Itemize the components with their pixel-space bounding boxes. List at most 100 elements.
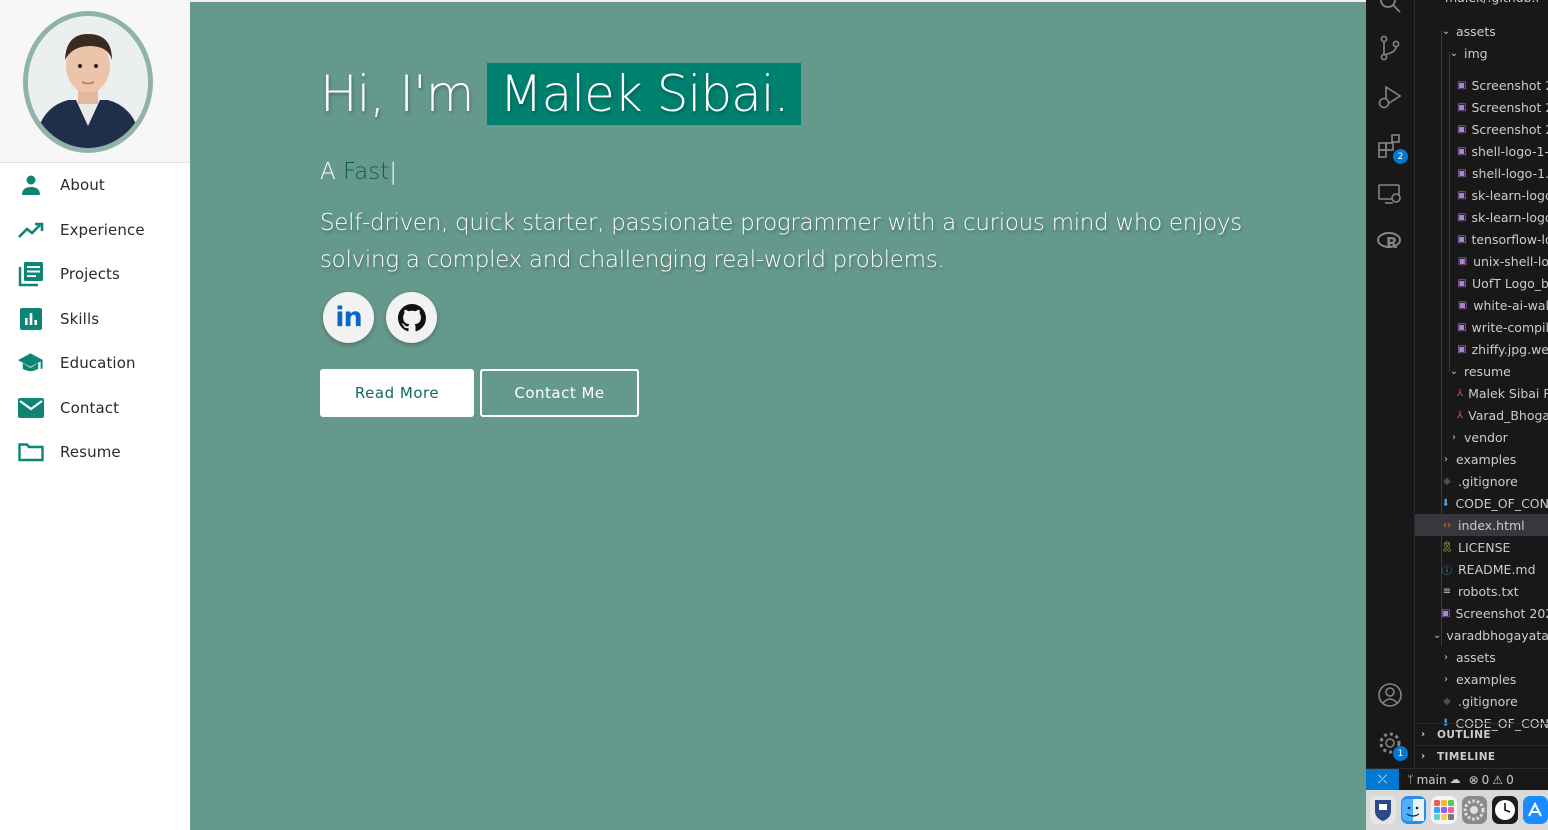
person-icon — [17, 172, 44, 199]
source-control-icon[interactable] — [1376, 34, 1404, 62]
macos-dock — [1366, 790, 1548, 830]
tree-folder[interactable]: ⌄ resume — [1415, 360, 1548, 382]
git-branch-icon: ᛘ — [1407, 773, 1414, 786]
manage-gear-icon[interactable]: 1 — [1376, 729, 1408, 761]
image-file-icon: ▣ — [1457, 321, 1467, 333]
tree-file[interactable]: ▣ Screenshot 202 — [1415, 602, 1548, 624]
tree-label: Screenshot 2 — [1471, 99, 1548, 115]
app-store-icon[interactable] — [1522, 796, 1548, 824]
tree-label: unix-shell-lo — [1473, 253, 1548, 269]
system-settings-icon[interactable] — [1461, 796, 1487, 824]
tree-file[interactable]: ▣ white-ai-wal — [1415, 294, 1548, 316]
tree-file[interactable]: ⅄ Varad_Bhoga — [1415, 404, 1548, 426]
nav-label-experience: Experience — [60, 220, 145, 239]
git-file-icon: ◆ — [1443, 475, 1451, 487]
tree-file[interactable]: ◆ .gitignore — [1415, 690, 1548, 712]
chevron-down-icon: ⌄ — [1433, 629, 1442, 641]
tree-file[interactable]: ‹› index.html — [1415, 514, 1548, 536]
chevron-right-icon: › — [1444, 651, 1448, 663]
problems-status[interactable]: ⊗ 0 ⚠ 0 — [1469, 773, 1514, 787]
search-icon[interactable] — [1376, 0, 1404, 16]
tree-label: LICENSE — [1458, 539, 1511, 555]
tree-file[interactable]: ▣ shell-logo-1- — [1415, 140, 1548, 162]
finder-icon[interactable] — [1400, 796, 1426, 824]
tree-file[interactable]: 🎗 LICENSE — [1415, 536, 1548, 558]
typed-prefix: A — [320, 159, 336, 185]
image-file-icon: ▣ — [1457, 145, 1467, 157]
image-file-icon: ▣ — [1457, 343, 1467, 355]
linkedin-link[interactable]: in — [323, 292, 374, 343]
linkedin-icon: in — [335, 302, 363, 333]
tree-file[interactable]: ▣ Screenshot 2 — [1415, 118, 1548, 140]
contact-me-button[interactable]: Contact Me — [480, 369, 639, 417]
tree-folder[interactable]: ⌄ varadbhogayata. — [1415, 624, 1548, 646]
tree-file[interactable]: ⬇ CODE_OF_CON — [1415, 492, 1548, 514]
nav-item-contact[interactable]: Contact — [0, 386, 190, 431]
clock-icon[interactable] — [1492, 796, 1518, 824]
hero-actions: Read More Contact Me — [320, 369, 639, 417]
mail-icon — [17, 394, 44, 421]
tree-label: shell-logo-1. — [1472, 165, 1548, 181]
branch-status[interactable]: ᛘ main ☁ — [1407, 773, 1461, 787]
run-debug-icon[interactable] — [1376, 83, 1404, 111]
pdf-file-icon: ⅄ — [1457, 387, 1464, 399]
nav-item-resume[interactable]: Resume — [0, 430, 190, 475]
r-language-icon[interactable]: R — [1376, 227, 1404, 255]
tree-folder[interactable]: ⌄ assets — [1415, 20, 1548, 42]
tree-file[interactable]: ▣ Screenshot 2 — [1415, 74, 1548, 96]
tree-file[interactable]: ≡ robots.txt — [1415, 580, 1548, 602]
hero-name: Malek Sibai. — [487, 63, 801, 125]
nav-item-experience[interactable]: Experience — [0, 208, 190, 253]
nav-label-skills: Skills — [60, 309, 100, 328]
tree-folder[interactable]: › examples — [1415, 668, 1548, 690]
read-more-button[interactable]: Read More — [320, 369, 474, 417]
tree-label: .gitignore — [1458, 473, 1518, 489]
tree-label: assets — [1456, 23, 1496, 39]
tree-folder[interactable]: › examples — [1415, 448, 1548, 470]
tree-file[interactable]: ▣ sk-learn-logo — [1415, 184, 1548, 206]
chevron-down-icon: ⌄ — [1449, 365, 1459, 377]
chevron-right-icon: › — [1421, 729, 1426, 740]
launchpad-icon[interactable] — [1431, 796, 1457, 824]
portfolio-sidebar: About Experience Projects Skills Educati… — [0, 0, 190, 830]
image-file-icon: ▣ — [1457, 211, 1467, 223]
nav-item-skills[interactable]: Skills — [0, 297, 190, 342]
tree-file[interactable]: ◆ .gitignore — [1415, 470, 1548, 492]
remote-indicator-button[interactable]: ⤫ — [1366, 768, 1399, 791]
tree-file[interactable]: ▣ Screenshot 2 — [1415, 96, 1548, 118]
account-icon[interactable] — [1376, 681, 1404, 709]
nav-item-education[interactable]: Education — [0, 341, 190, 386]
tree-file[interactable]: ⓘ README.md — [1415, 558, 1548, 580]
tree-folder[interactable]: ⌄ img — [1415, 42, 1548, 64]
tree-file[interactable]: ▣ unix-shell-lo — [1415, 250, 1548, 272]
tree-label: examples — [1456, 671, 1517, 687]
tree-label: Malek Sibai R — [1468, 385, 1548, 401]
tree-file[interactable]: ▣ UofT Logo_b — [1415, 272, 1548, 294]
outline-section[interactable]: › OUTLINE — [1415, 723, 1548, 745]
tree-file[interactable]: ▣ sk-learn-logo — [1415, 206, 1548, 228]
timeline-section[interactable]: › TIMELINE — [1415, 745, 1548, 767]
nav-label-projects: Projects — [60, 265, 120, 284]
tree-file[interactable]: ⅄ Malek Sibai R — [1415, 382, 1548, 404]
tree-label: index.html — [1458, 517, 1525, 533]
nav-item-about[interactable]: About — [0, 163, 190, 208]
tree-file[interactable]: ▣ shell-logo-1. — [1415, 162, 1548, 184]
tree-folder[interactable]: › vendor — [1415, 426, 1548, 448]
tree-row-truncated[interactable]: malek/.github.i — [1415, 0, 1548, 8]
tree-label: sk-learn-logo — [1471, 187, 1548, 203]
tree-label: sk-learn-logo — [1471, 209, 1548, 225]
tree-file[interactable]: ▣ write-compil — [1415, 316, 1548, 338]
tree-label: Varad_Bhoga — [1468, 407, 1548, 423]
tree-file[interactable]: ▣ zhiffy.jpg.we — [1415, 338, 1548, 360]
hero-title: Hi, I'm Malek Sibai. — [320, 62, 801, 126]
bar-chart-icon — [17, 305, 44, 332]
image-file-icon: ▣ — [1441, 607, 1451, 619]
markdown-file-icon: ⬇ — [1441, 497, 1450, 509]
remote-explorer-icon[interactable] — [1376, 180, 1404, 208]
extensions-icon[interactable]: 2 — [1376, 132, 1408, 164]
nav-item-projects[interactable]: Projects — [0, 252, 190, 297]
tree-file[interactable]: ▣ tensorflow-lo — [1415, 228, 1548, 250]
tree-folder[interactable]: › assets — [1415, 646, 1548, 668]
github-link[interactable] — [386, 292, 437, 343]
university-crest-app-icon[interactable] — [1370, 796, 1396, 824]
